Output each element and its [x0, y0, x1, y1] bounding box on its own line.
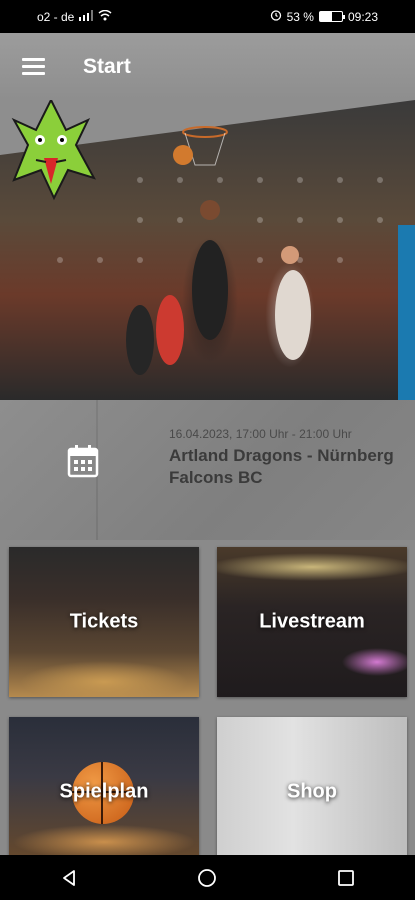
wifi-icon [98, 9, 112, 24]
tickets-tile[interactable]: Tickets [9, 547, 199, 697]
status-bar: o2 - de 53 % 09:23 [0, 0, 415, 33]
battery-percent: 53 % [286, 9, 314, 24]
page-title: Start [83, 54, 131, 78]
livestream-tile[interactable]: Livestream [217, 547, 407, 697]
tile-label: Shop [287, 780, 337, 803]
system-nav-bar [0, 855, 415, 900]
alarm-icon [270, 9, 282, 24]
shop-tile[interactable]: Shop [217, 717, 407, 867]
home-icon[interactable] [187, 858, 227, 898]
hamburger-menu-icon[interactable] [10, 44, 56, 90]
hero-banner [0, 100, 415, 400]
event-title: Artland Dragons - Nürnberg Falcons BC [169, 446, 394, 487]
tile-label: Tickets [69, 610, 139, 633]
tile-label: Livestream [259, 610, 365, 633]
event-date: 16.04.2023, 17:00 Uhr - 21:00 Uhr [169, 427, 352, 441]
battery-icon [318, 11, 345, 22]
back-icon[interactable] [49, 858, 89, 898]
carrier-text: o2 - de [37, 9, 75, 24]
spielplan-tile[interactable]: Spielplan [9, 717, 199, 867]
tile-label: Spielplan [59, 780, 149, 803]
event-card[interactable]: 16.04.2023, 17:00 Uhr - 21:00 Uhr Artlan… [0, 400, 415, 540]
recents-icon[interactable] [326, 858, 366, 898]
dragon-logo-icon [11, 100, 96, 201]
calendar-icon [67, 445, 99, 478]
clock: 09:23 [347, 9, 378, 24]
app-bar: Start [0, 33, 415, 100]
signal-icon [79, 9, 94, 24]
